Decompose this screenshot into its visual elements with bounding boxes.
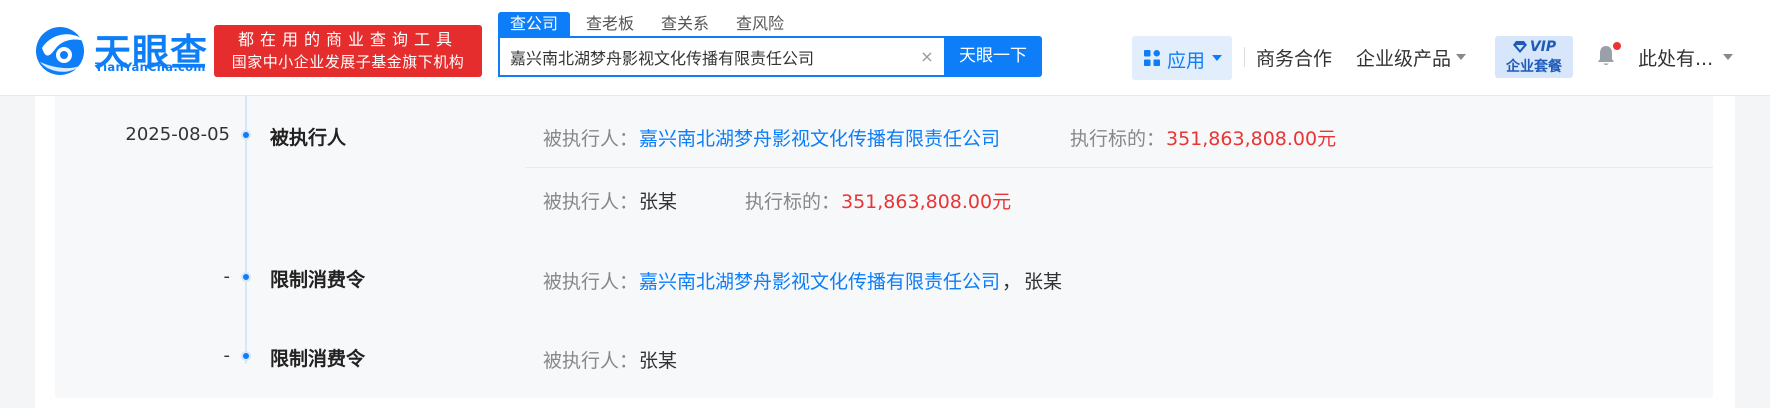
field-label: 被执行人： bbox=[543, 128, 639, 150]
timeline-dot bbox=[241, 130, 251, 140]
timeline-dot bbox=[241, 351, 251, 361]
eye-logo-icon bbox=[36, 27, 86, 75]
person-name: 张某 bbox=[639, 191, 678, 213]
tab-company[interactable]: 查公司 bbox=[498, 12, 571, 36]
separator-comma: ， bbox=[1002, 271, 1022, 293]
nav-business[interactable]: 商务合作 bbox=[1256, 44, 1332, 71]
user-menu[interactable]: 此处有... bbox=[1638, 44, 1713, 71]
apps-menu-button[interactable]: 应用 bbox=[1132, 36, 1232, 80]
chevron-down-icon bbox=[1212, 55, 1222, 61]
chevron-down-icon bbox=[1456, 54, 1466, 60]
timeline-type: 被执行人 bbox=[270, 127, 347, 149]
tab-risk[interactable]: 查风险 bbox=[724, 12, 796, 36]
timeline-type: 限制消费令 bbox=[270, 269, 366, 291]
person-name: 张某 bbox=[639, 350, 678, 372]
company-link[interactable]: 嘉兴南北湖梦舟影视文化传播有限责任公司 bbox=[639, 124, 1000, 151]
vip-label: VIP bbox=[1529, 39, 1557, 55]
timeline-date: 2025-08-05 bbox=[125, 124, 230, 145]
field-label: 被执行人： bbox=[543, 271, 639, 293]
search-input[interactable] bbox=[510, 46, 910, 68]
vip-subtitle: 企业套餐 bbox=[1506, 59, 1562, 75]
promo-subtitle: 国家中小企业发展子基金旗下机构 bbox=[231, 53, 465, 71]
nav-enterprise[interactable]: 企业级产品 bbox=[1356, 44, 1451, 71]
brand-logo[interactable]: 天眼查 TianYanCha.com bbox=[34, 24, 207, 76]
timeline-dot bbox=[241, 272, 251, 282]
tab-boss[interactable]: 查老板 bbox=[574, 12, 646, 36]
execution-amount: 351,863,808.00元 bbox=[841, 191, 1012, 213]
top-header: 天眼查 TianYanCha.com 都在用的商业查询工具 国家中小企业发展子基… bbox=[0, 0, 1770, 96]
chevron-down-icon bbox=[1723, 54, 1733, 60]
promo-banner[interactable]: 都在用的商业查询工具 国家中小企业发展子基金旗下机构 bbox=[214, 25, 482, 77]
row-divider bbox=[525, 167, 1713, 168]
tab-relation[interactable]: 查关系 bbox=[649, 12, 721, 36]
person-name: 张某 bbox=[1024, 271, 1063, 293]
timeline-date: - bbox=[223, 266, 231, 287]
company-link[interactable]: 嘉兴南北湖梦舟影视文化传播有限责任公司 bbox=[639, 267, 1000, 294]
execution-amount: 351,863,808.00元 bbox=[1166, 128, 1337, 150]
promo-slogan: 都在用的商业查询工具 bbox=[237, 30, 458, 49]
nav-divider bbox=[1244, 47, 1245, 67]
notification-badge bbox=[1613, 42, 1621, 50]
clear-icon[interactable]: × bbox=[918, 48, 936, 66]
field-label: 被执行人： bbox=[543, 191, 639, 213]
brand-name-en: TianYanCha.com bbox=[95, 60, 206, 74]
field-label: 被执行人： bbox=[543, 350, 639, 372]
vip-enterprise-button[interactable]: VIP 企业套餐 bbox=[1495, 36, 1573, 78]
apps-grid-icon bbox=[1144, 50, 1160, 66]
apps-label: 应用 bbox=[1167, 50, 1206, 72]
field-label: 执行标的： bbox=[1070, 128, 1166, 150]
search-button[interactable]: 天眼一下 bbox=[944, 36, 1042, 77]
timeline-date: - bbox=[223, 345, 231, 366]
timeline-type: 限制消费令 bbox=[270, 348, 366, 370]
search-box: × bbox=[498, 36, 944, 77]
field-label: 执行标的： bbox=[745, 191, 841, 213]
